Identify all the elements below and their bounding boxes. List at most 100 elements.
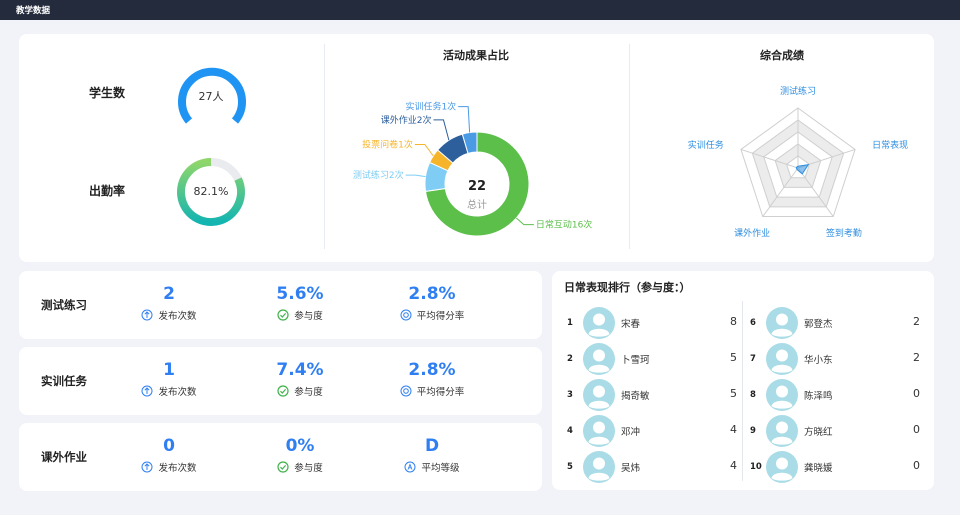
metric-value: 1 — [163, 360, 175, 380]
ranking-item[interactable]: 8 陈泽鸣 0 — [750, 379, 920, 411]
donut-label: 测试练习2次 — [353, 169, 404, 181]
student-name: 郭登杰 — [804, 319, 833, 330]
radar-title: 综合成绩 — [760, 49, 804, 62]
student-score: 0 — [913, 387, 920, 400]
ranking-card: 日常表现排行（参与度：） 1 宋春 8 2 卜雪珂 5 3 揭奇敏 5 4 邓冲… — [552, 271, 934, 490]
metric-value: D — [424, 436, 440, 456]
donut-total-label: 总计 — [467, 198, 487, 211]
grade-icon — [404, 461, 416, 473]
ranking-item[interactable]: 10 龚晓媛 0 — [750, 451, 920, 483]
metric-caption: 平均得分率 — [416, 387, 465, 398]
metric-grade: D 平均等级 — [382, 435, 482, 474]
metric-row-homework: 课外作业 0 发布次数 0% 参与度 D 平均等级 — [19, 423, 542, 491]
metric-publish-count: 1 发布次数 — [119, 359, 219, 398]
ranking-item[interactable]: 6 郭登杰 2 — [750, 307, 920, 339]
ranking-item[interactable]: 4 邓冲 4 — [567, 415, 737, 447]
student-name: 宋春 — [621, 319, 641, 330]
ranking-item[interactable]: 2 卜雪珂 5 — [567, 343, 737, 375]
student-name: 吴炜 — [621, 463, 641, 474]
student-name: 陈泽鸣 — [804, 391, 833, 402]
avatar — [583, 307, 615, 339]
avatar — [766, 343, 798, 375]
metric-value: 2.8% — [408, 360, 456, 380]
avatar — [766, 307, 798, 339]
donut-total-value: 22 — [468, 179, 486, 194]
ranking-title: 日常表现排行（参与度：） — [564, 281, 691, 294]
radar-axis-label: 实训任务 — [688, 139, 724, 151]
donut-label: 课外作业2次 — [381, 114, 432, 126]
donut-leader-line — [414, 143, 434, 157]
student-name: 揭奇敏 — [621, 391, 650, 402]
upload-icon — [141, 309, 153, 321]
metric-caption: 参与度 — [294, 387, 323, 398]
student-score: 0 — [913, 423, 920, 436]
rank-number: 1 — [567, 318, 573, 328]
ranking-item[interactable]: 9 方晓红 0 — [750, 415, 920, 447]
ranking-item[interactable]: 7 华小东 2 — [750, 343, 920, 375]
donut-label: 实训任务1次 — [405, 101, 456, 113]
student-score: 2 — [913, 315, 920, 328]
student-score: 5 — [730, 387, 737, 400]
donut-label: 投票问卷1次 — [362, 138, 413, 150]
student-score: 4 — [730, 423, 737, 436]
student-score: 2 — [913, 351, 920, 364]
student-score: 8 — [730, 315, 737, 328]
metric-value: 7.4% — [276, 360, 324, 380]
student-name: 华小东 — [804, 355, 833, 366]
metric-value: 0% — [285, 436, 315, 456]
rank-number: 5 — [567, 462, 573, 472]
score-icon — [400, 385, 412, 397]
score-icon — [400, 309, 412, 321]
ranking-item[interactable]: 5 吴炜 4 — [567, 451, 737, 483]
students-value: 27人 — [198, 90, 224, 103]
metric-caption: 参与度 — [294, 311, 323, 322]
metric-score-rate: 2.8% 平均得分率 — [382, 283, 482, 322]
ranking-divider — [742, 301, 743, 481]
radar-axis-label: 日常表现 — [872, 139, 908, 151]
attendance-label: 出勤率 — [89, 184, 126, 198]
students-label: 学生数 — [89, 86, 126, 100]
ranking-item[interactable]: 3 揭奇敏 5 — [567, 379, 737, 411]
check-circle-icon — [277, 461, 289, 473]
rank-number: 8 — [750, 390, 756, 400]
avatar — [766, 451, 798, 483]
metric-value: 0 — [163, 436, 175, 456]
top-bar: 教学数据 — [0, 0, 960, 20]
metric-row-test: 测试练习 2 发布次数 5.6% 参与度 2.8% 平均得分率 — [19, 271, 542, 339]
metric-value: 2 — [163, 284, 175, 304]
avatar — [583, 451, 615, 483]
rank-number: 3 — [567, 390, 573, 400]
metric-score-rate: 2.8% 平均得分率 — [382, 359, 482, 398]
metric-caption: 参与度 — [294, 463, 323, 474]
overview-card: 学生数 27人 出勤率 82.1% 活动成果占比 日常互动16次 测试练习2次 投票… — [19, 34, 934, 262]
metric-publish-count: 0 发布次数 — [119, 435, 219, 474]
rank-number: 7 — [750, 354, 756, 364]
avatar — [766, 415, 798, 447]
donut-leader-line — [515, 217, 534, 226]
radar-chart: 测试练习日常表现签到考勤 课外作业 实训任务 — [688, 85, 908, 239]
metric-value: 5.6% — [276, 284, 324, 304]
metric-row-name: 课外作业 — [41, 450, 87, 464]
metric-publish-count: 2 发布次数 — [119, 283, 219, 322]
app-title: 教学数据 — [16, 6, 51, 16]
donut-leader-line — [458, 106, 471, 133]
avatar — [766, 379, 798, 411]
rank-number: 9 — [750, 426, 756, 436]
metric-participation: 5.6% 参与度 — [250, 283, 350, 322]
student-score: 4 — [730, 459, 737, 472]
metric-value: 2.8% — [408, 284, 456, 304]
rank-number: 4 — [567, 426, 573, 436]
metric-row-name: 测试练习 — [41, 298, 87, 312]
activity-donut-chart: 日常互动16次 测试练习2次 投票问卷1次 课外作业2次实训任务1次 22 总计 — [353, 101, 592, 237]
metric-row-practice: 实训任务 1 发布次数 7.4% 参与度 2.8% 平均得分率 — [19, 347, 542, 415]
metric-caption: 发布次数 — [158, 463, 197, 474]
student-score: 5 — [730, 351, 737, 364]
donut-leader-line — [433, 119, 450, 141]
avatar — [583, 415, 615, 447]
check-circle-icon — [277, 385, 289, 397]
radar-axis-label: 测试练习 — [780, 85, 816, 97]
ranking-item[interactable]: 1 宋春 8 — [567, 307, 737, 339]
metric-participation: 0% 参与度 — [250, 435, 350, 474]
rank-number: 6 — [750, 318, 756, 328]
donut-label: 日常互动16次 — [536, 219, 592, 231]
